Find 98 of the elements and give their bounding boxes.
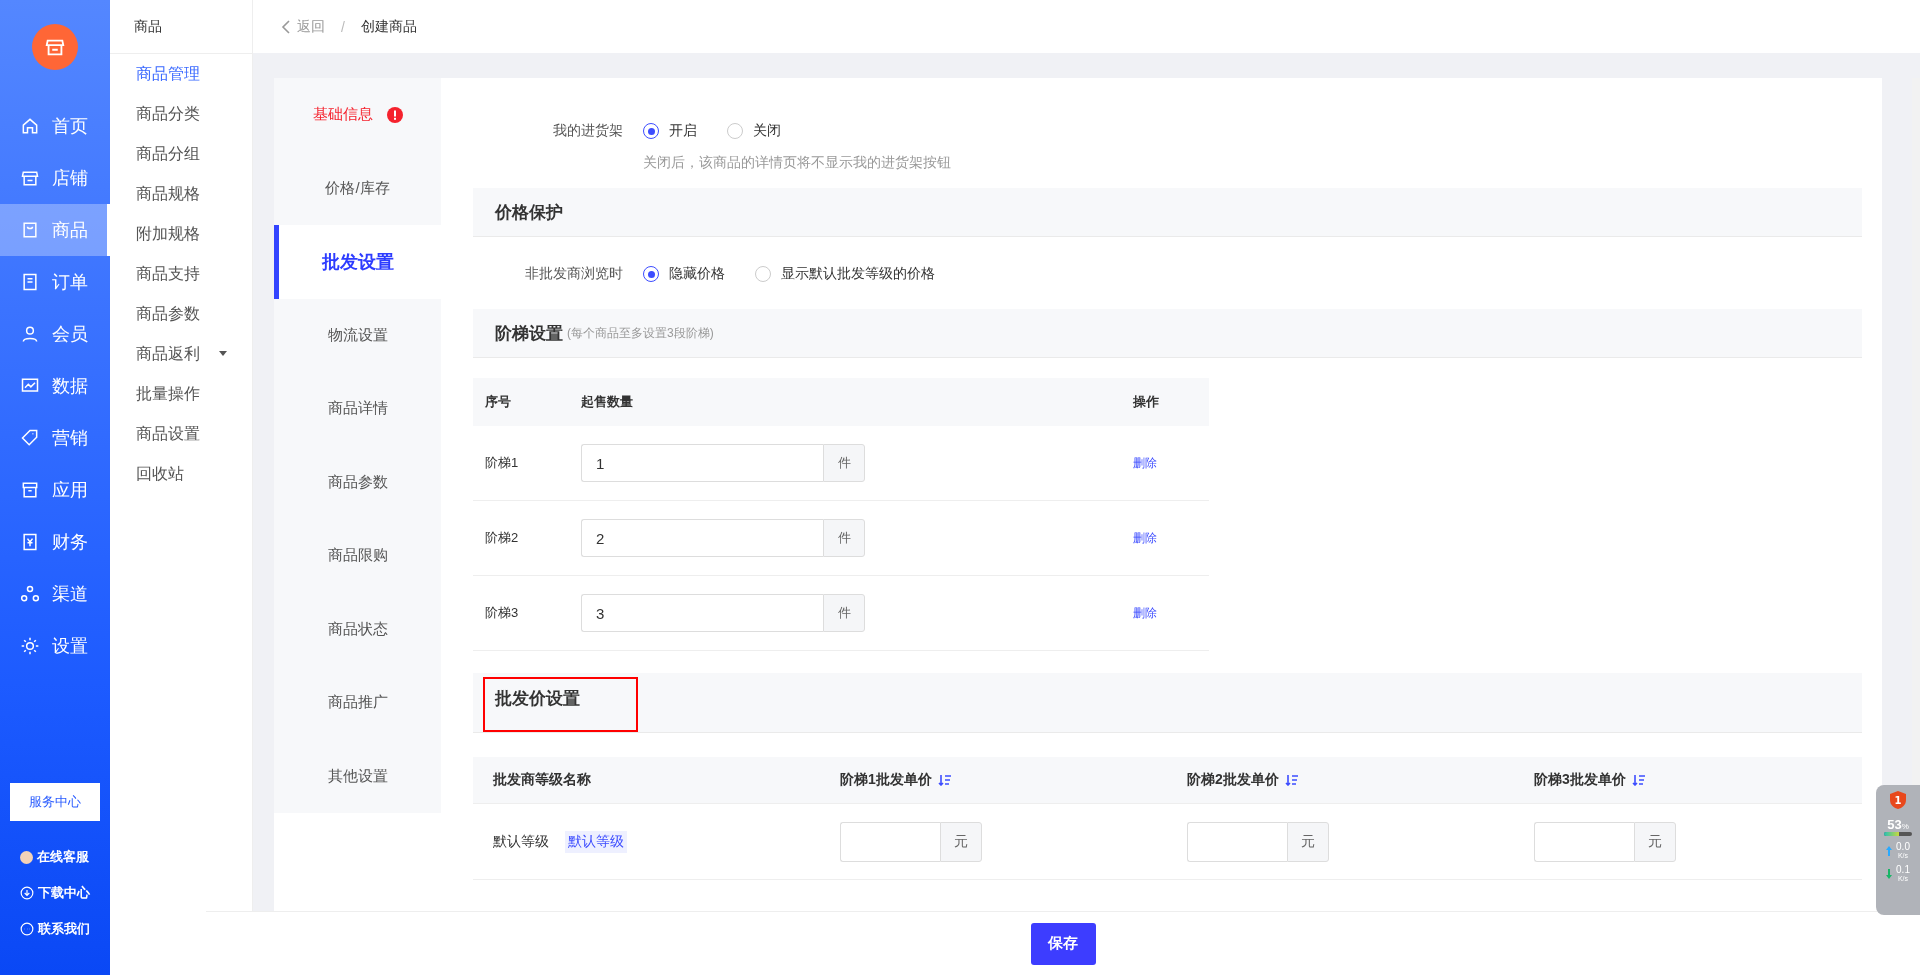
nav-item[interactable]: 应用 <box>0 464 110 516</box>
breadcrumb-separator: / <box>341 18 345 35</box>
menu-title: 商品 <box>110 0 252 54</box>
up-arrow-icon <box>1886 845 1893 856</box>
section-header: 阶梯设置 (每个商品至多设置3段阶梯) <box>473 309 1862 358</box>
table-header: 序号 起售数量 操作 <box>473 378 1209 426</box>
unit-addon: 元 <box>1287 821 1329 862</box>
nav-icon <box>20 272 40 292</box>
section-tab[interactable]: 批发设置 <box>274 225 441 299</box>
unit-addon: 件 <box>823 594 865 632</box>
unit-addon: 元 <box>940 821 982 862</box>
section-tab[interactable]: 商品推广 <box>274 666 441 740</box>
download-icon <box>20 886 34 900</box>
sort-icon <box>1631 774 1646 786</box>
shield-badge-icon: 1 <box>1890 791 1906 809</box>
rate-value: 0.0 <box>1896 842 1910 852</box>
service-center-button[interactable]: 服务中心 <box>10 783 100 821</box>
menu-item[interactable]: 商品管理 <box>110 54 252 94</box>
radio-option[interactable]: 隐藏价格 <box>643 265 725 283</box>
menu-item[interactable]: 商品分组 <box>110 134 252 174</box>
price-field[interactable] <box>1187 821 1287 862</box>
section-tab[interactable]: 价格/库存 <box>274 151 441 225</box>
save-button[interactable]: 保存 <box>1030 922 1096 965</box>
breadcrumb-current: 创建商品 <box>360 17 417 36</box>
section-tab[interactable]: 商品状态 <box>274 592 441 666</box>
table-cell-text: 阶梯2 <box>484 529 520 547</box>
table-cell-text: 阶梯3 <box>484 604 520 622</box>
section-tab[interactable]: 商品限购 <box>274 519 441 593</box>
nav-item[interactable]: 财务 <box>0 516 110 568</box>
radio-option[interactable]: 显示默认批发等级的价格 <box>755 265 935 283</box>
rate-value: 0.1 <box>1896 865 1910 875</box>
nav-icon <box>20 324 40 344</box>
table-cell-text: 阶梯1 <box>484 454 520 472</box>
nav-item[interactable]: 首页 <box>0 100 110 152</box>
section-title: 批发价设置 <box>483 677 638 732</box>
menu-item[interactable]: 商品返利 <box>110 334 252 374</box>
nav-icon <box>20 428 40 448</box>
back-chevron-icon <box>281 19 291 34</box>
menu-item[interactable]: 商品分类 <box>110 94 252 134</box>
delete-link[interactable]: 删除 <box>1133 604 1209 622</box>
menu-item[interactable]: 回收站 <box>110 454 252 494</box>
nav-icon <box>20 636 40 656</box>
menu-item[interactable]: 附加规格 <box>110 214 252 254</box>
nav-item[interactable]: 渠道 <box>0 568 110 620</box>
sort-icon <box>1284 774 1299 786</box>
menu-item[interactable]: 商品规格 <box>110 174 252 214</box>
sidebar-link[interactable]: 在线客服 <box>0 839 110 875</box>
nav-icon <box>20 532 40 552</box>
menu-item[interactable]: 商品设置 <box>110 414 252 454</box>
field-label: 非批发商浏览时 <box>524 265 624 283</box>
price-field[interactable] <box>840 821 940 862</box>
section-tab[interactable]: 商品详情 <box>274 372 441 446</box>
radio-option[interactable]: 开启 <box>643 122 697 140</box>
cpu-percent: 53% <box>1887 817 1909 832</box>
sort-icon <box>937 774 952 786</box>
field-hint: 关闭后，该商品的详情页将不显示我的进货架按钮 <box>643 154 952 172</box>
sidebar-link[interactable]: 联系我们 <box>0 911 110 947</box>
field-label: 我的进货架 <box>552 122 624 140</box>
delete-link[interactable]: 删除 <box>1133 454 1209 472</box>
table-header: 批发商等级名称 阶梯1批发单价 阶梯2批发单价 阶梯3批发单价 <box>473 757 1862 804</box>
section-tab[interactable]: 商品参数 <box>274 445 441 519</box>
quantity-field[interactable]: 1 <box>581 444 823 482</box>
sidebar-link[interactable]: 下载中心 <box>0 875 110 911</box>
menu-item[interactable]: 商品参数 <box>110 294 252 334</box>
usage-meter <box>1884 832 1912 836</box>
table-cell: 默认等级 <box>493 832 549 851</box>
menu-item[interactable]: 商品支持 <box>110 254 252 294</box>
nav-icon <box>20 168 40 188</box>
nav-icon <box>20 584 40 604</box>
down-arrow-icon <box>1886 868 1893 879</box>
radio-option[interactable]: 关闭 <box>727 122 781 140</box>
unit-addon: 元 <box>1634 821 1676 862</box>
delete-link[interactable]: 删除 <box>1133 529 1209 547</box>
price-field[interactable] <box>1534 821 1634 862</box>
menu-item[interactable]: 批量操作 <box>110 374 252 414</box>
section-tab[interactable]: 基础信息 <box>274 78 441 152</box>
level-tag: 默认等级 <box>565 830 627 853</box>
section-tab[interactable]: 物流设置 <box>274 298 441 372</box>
section-tab[interactable]: 其他设置 <box>274 739 441 813</box>
nav-icon <box>20 220 40 240</box>
nav-item[interactable]: 设置 <box>0 620 110 672</box>
caret-icon <box>218 351 228 357</box>
section-header: 价格保护 <box>473 188 1862 237</box>
error-icon <box>386 106 403 123</box>
avatar-icon <box>20 850 33 864</box>
nav-item[interactable]: 会员 <box>0 308 110 360</box>
quantity-field[interactable]: 2 <box>581 519 823 557</box>
nav-icon <box>20 116 40 136</box>
nav-item[interactable]: 店铺 <box>0 152 110 204</box>
store-logo-icon <box>32 24 78 70</box>
quantity-field[interactable]: 3 <box>581 594 823 632</box>
nav-item[interactable]: 订单 <box>0 256 110 308</box>
nav-item[interactable]: 营销 <box>0 412 110 464</box>
unit-addon: 件 <box>823 519 865 557</box>
nav-icon <box>20 480 40 500</box>
nav-item[interactable]: 数据 <box>0 360 110 412</box>
chat-icon <box>20 922 34 936</box>
unit-addon: 件 <box>823 444 865 482</box>
